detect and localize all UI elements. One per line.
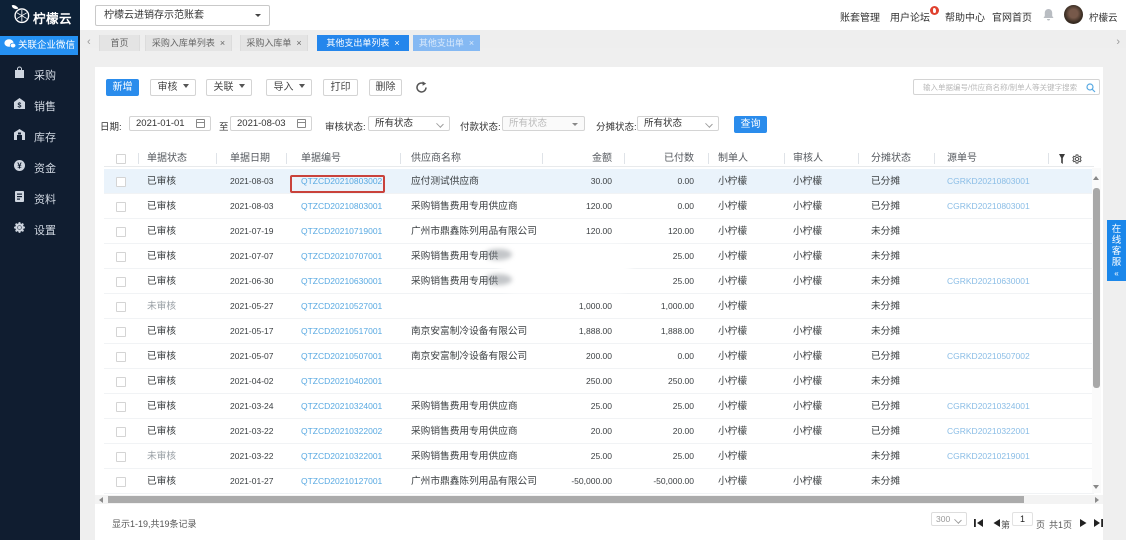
svg-text:$: $ bbox=[18, 103, 22, 110]
svg-text:¥: ¥ bbox=[17, 162, 22, 171]
